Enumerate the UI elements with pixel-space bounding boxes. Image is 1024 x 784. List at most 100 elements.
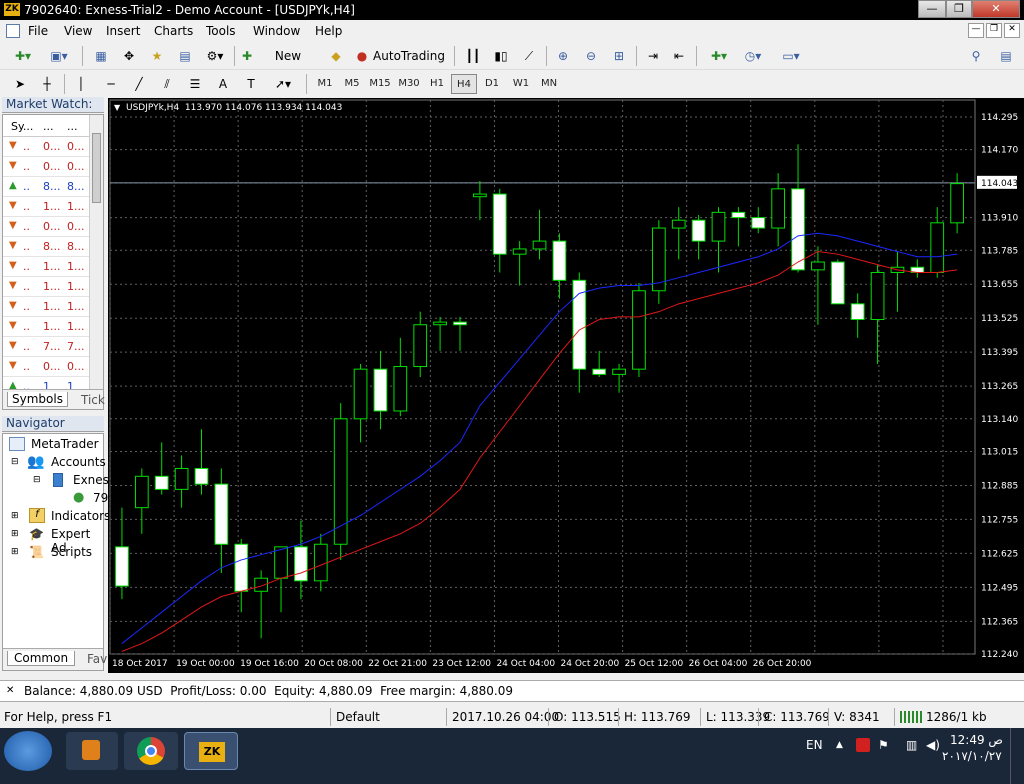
chrome-icon[interactable] [124, 732, 178, 770]
market-watch-row[interactable]: ▼.. 0... 0... [3, 137, 89, 157]
market-watch-row[interactable]: ▼.. 7... 7... [3, 337, 89, 357]
expand-server-icon[interactable]: ⊟ [33, 475, 41, 485]
templates-icon[interactable]: ▭▾ [774, 45, 808, 67]
connection-icon[interactable] [900, 711, 922, 723]
data-window-icon[interactable]: ✥ [118, 45, 140, 67]
col-symbol[interactable]: Sy... [11, 120, 33, 133]
menu-window[interactable]: Window [253, 24, 300, 38]
market-watch-icon[interactable]: ▦ [90, 45, 112, 67]
tab-common[interactable]: Common [7, 651, 76, 666]
terminal-icon[interactable]: ▤ [174, 45, 196, 67]
market-watch-row[interactable]: ▼.. 0... 0... [3, 217, 89, 237]
market-watch-row[interactable]: ▼.. 8... 8... [3, 237, 89, 257]
tab-symbols[interactable]: Symbols [7, 392, 68, 407]
new-chart-icon[interactable]: ✚▾ [8, 45, 38, 67]
profiles-icon[interactable]: ▣▾ [44, 45, 74, 67]
tf-m1[interactable]: M1 [312, 74, 338, 94]
tile-windows-icon[interactable]: ⊞ [608, 45, 630, 67]
maximize-button[interactable]: ❐ [946, 0, 972, 18]
menu-tools[interactable]: Tools [206, 24, 236, 38]
tf-m30[interactable]: M30 [395, 74, 423, 94]
close-button[interactable]: ✕ [972, 0, 1020, 18]
line-chart-icon[interactable]: ⟋ [518, 45, 540, 67]
scroll-chart-icon[interactable]: ⇥ [642, 45, 664, 67]
clock-time[interactable]: 12:49 ص [950, 733, 1003, 747]
show-hidden-icons[interactable]: ▲ [836, 740, 843, 750]
chart-shift-icon[interactable]: ⇤ [668, 45, 690, 67]
bar-chart-icon[interactable]: ┃┃ [462, 45, 484, 67]
nav-account[interactable]: 79 [93, 491, 108, 505]
nav-scripts[interactable]: Scripts [51, 545, 92, 559]
text-icon[interactable]: A [212, 73, 234, 95]
nav-accounts[interactable]: Accounts [51, 455, 106, 469]
col-ask[interactable]: ... [67, 120, 78, 133]
market-watch-row[interactable]: ▼.. 1... 1... [3, 197, 89, 217]
new-order-button[interactable]: New Order [256, 45, 320, 85]
tf-m15[interactable]: M15 [366, 74, 394, 94]
expand-indicators-icon[interactable]: ⊞ [11, 511, 19, 521]
market-watch-scrollbar[interactable] [89, 115, 103, 389]
nav-indicators[interactable]: Indicators [51, 509, 110, 523]
child-restore-button[interactable]: ❐ [986, 23, 1002, 38]
equidistant-channel-icon[interactable]: ⫽ [156, 73, 178, 95]
expand-experts-icon[interactable]: ⊞ [11, 529, 19, 539]
tf-w1[interactable]: W1 [507, 74, 535, 94]
status-profile[interactable]: Default [336, 710, 380, 724]
trendline-icon[interactable]: ╱ [128, 73, 150, 95]
show-desktop-button[interactable] [1010, 728, 1024, 784]
horizontal-line-icon[interactable]: ─ [100, 73, 122, 95]
media-player-icon[interactable] [66, 732, 118, 770]
chart-window[interactable]: 114.295 114.170 114.043 113.910 113.785 113.6… [108, 98, 1024, 673]
search-icon[interactable]: ⚲ [966, 45, 986, 67]
periods-icon[interactable]: ◷▾ [738, 45, 768, 67]
child-close-button[interactable]: ✕ [1004, 23, 1020, 38]
nav-server[interactable]: Exnes [73, 473, 109, 487]
language-indicator[interactable]: EN [806, 738, 823, 752]
chart-menu-icon[interactable]: ▼ [114, 103, 120, 112]
candlestick-icon[interactable]: ▮▯ [490, 45, 512, 67]
market-watch-row[interactable]: ▼.. 0... 0... [3, 357, 89, 377]
navigator-icon[interactable]: ★ [146, 45, 168, 67]
vertical-line-icon[interactable]: │ [70, 73, 92, 95]
crosshair-icon[interactable]: ┼ [36, 73, 58, 95]
flag-tray-icon[interactable]: ⚑ [878, 738, 889, 752]
clock-date[interactable]: ٢٠١٧/١٠/٢٧ [942, 749, 1002, 763]
scrollbar-thumb[interactable] [92, 133, 101, 203]
menu-file[interactable]: File [28, 24, 48, 38]
zoom-in-icon[interactable]: ⊕ [552, 45, 574, 67]
market-watch-row[interactable]: ▼.. 1... 1... [3, 297, 89, 317]
start-button[interactable] [4, 731, 52, 771]
tab-tick[interactable]: Tick [81, 393, 105, 407]
market-watch-row[interactable]: ▲.. 8... 8... [3, 177, 89, 197]
menu-help[interactable]: Help [315, 24, 342, 38]
text-label-icon[interactable]: T [240, 73, 262, 95]
expand-scripts-icon[interactable]: ⊞ [11, 547, 19, 557]
metaeditor-icon[interactable]: ◆ [326, 45, 346, 67]
tf-h4[interactable]: H4 [451, 74, 477, 94]
zoom-out-icon[interactable]: ⊖ [580, 45, 602, 67]
menu-insert[interactable]: Insert [106, 24, 140, 38]
nav-metatrader[interactable]: MetaTrader [31, 437, 99, 451]
arrows-icon[interactable]: ➚▾ [268, 73, 298, 95]
tf-mn[interactable]: MN [536, 74, 562, 94]
market-watch-row[interactable]: ▼.. 1... 1... [3, 257, 89, 277]
child-minimize-button[interactable]: — [968, 23, 984, 38]
col-bid[interactable]: ... [43, 120, 54, 133]
tf-d1[interactable]: D1 [479, 74, 505, 94]
metatrader-taskbar-icon[interactable]: ZK [184, 732, 238, 770]
menu-charts[interactable]: Charts [154, 24, 193, 38]
tester-icon[interactable]: ⚙▾ [200, 45, 230, 67]
community-icon[interactable]: ▤ [994, 45, 1018, 67]
fibonacci-icon[interactable]: ☰ [184, 73, 206, 95]
market-watch-row[interactable]: ▼.. 1... 1... [3, 317, 89, 337]
menu-view[interactable]: View [64, 24, 92, 38]
autotrading-button[interactable]: AutoTrading [372, 45, 446, 67]
price-chart[interactable]: 114.295 114.170 114.043 113.910 113.785 113.6… [108, 98, 1024, 673]
close-terminal-icon[interactable]: ✕ [6, 685, 14, 696]
market-watch-row[interactable]: ▼.. 1... 1... [3, 277, 89, 297]
expand-accounts-icon[interactable]: ⊟ [11, 457, 19, 467]
indicators-icon[interactable]: ✚▾ [704, 45, 734, 67]
volume-tray-icon[interactable]: ◀) [926, 738, 940, 752]
network-tray-icon[interactable]: ▥ [906, 738, 917, 752]
market-watch-row[interactable]: ▼.. 0... 0... [3, 157, 89, 177]
